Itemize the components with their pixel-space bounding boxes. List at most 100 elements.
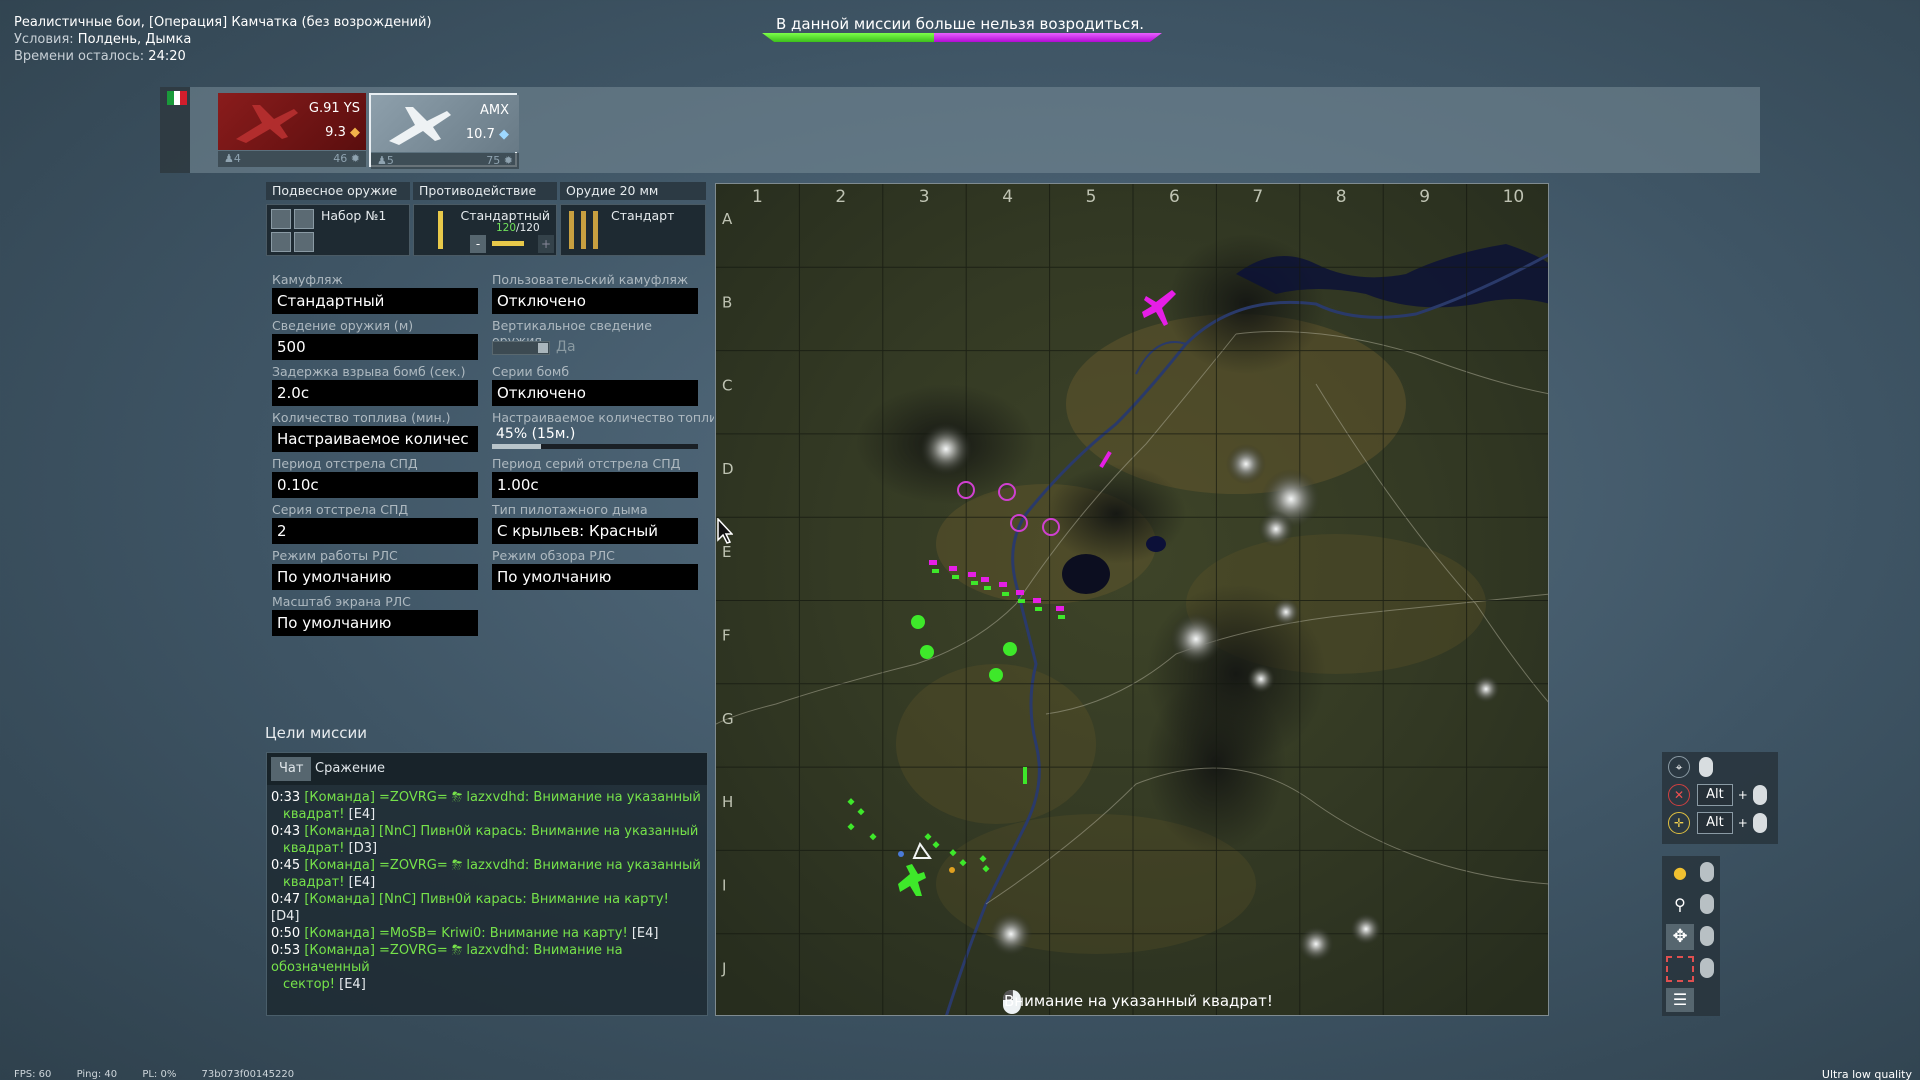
chat-message: 0:50 [Команда] =MoSB= Kriwi0: Внимание н… xyxy=(271,925,701,942)
move-icon[interactable]: ✥ xyxy=(1666,924,1694,950)
chat-time: 0:33 xyxy=(271,790,301,805)
map-column-label: 1 xyxy=(752,187,763,207)
bullet-icon xyxy=(569,211,574,249)
map-row-label: I xyxy=(722,876,726,894)
area-select-icon[interactable] xyxy=(1666,956,1694,982)
countermeasures-slider[interactable] xyxy=(492,241,524,246)
map-column-label: 3 xyxy=(919,187,930,207)
rank-diamond-icon: ◆ xyxy=(499,127,509,142)
map-canvas[interactable]: 1 2 3 4 5 6 7 8 9 10 ABCDEFGHIJ xyxy=(716,184,1549,1016)
chat-grid-ref[interactable]: [D4] xyxy=(271,909,299,924)
setting-cm-series[interactable]: Серия отстрела СПД 2 xyxy=(272,502,478,544)
countermeasures-slot[interactable]: Стандартный 120/120 - + xyxy=(413,204,557,256)
chat-time: 0:50 xyxy=(271,926,301,941)
tab-battle[interactable]: Сражение xyxy=(307,757,393,781)
aircraft-settings: Камуфляж Стандартный Пользовательский кам… xyxy=(272,272,714,642)
fuel-slider[interactable] xyxy=(492,444,698,449)
objective-icon xyxy=(949,867,955,873)
tab-countermeasures[interactable]: Противодействие xyxy=(413,182,557,200)
setting-fuel-amount[interactable]: Количество топлива (мин.) Настраиваемое к… xyxy=(272,410,478,452)
chat-text-cont: квадрат! xyxy=(283,807,345,822)
ping-readout: Ping: 40 xyxy=(76,1069,118,1080)
map-column-label: 5 xyxy=(1086,187,1097,207)
setting-radar-mode[interactable]: Режим работы РЛС По умолчанию xyxy=(272,548,478,590)
map-row-label: G xyxy=(722,710,734,728)
toggle-switch[interactable] xyxy=(492,341,550,355)
mission-objectives-title[interactable]: Цели миссии xyxy=(265,724,367,742)
vehicle-card-g91ys[interactable]: G.91 YS 9.3 ◆ ♟4 46 ✹ xyxy=(218,93,366,167)
setting-custom-camouflage[interactable]: Пользовательский камуфляж Отключено xyxy=(492,272,698,314)
settings-sliders-icon[interactable]: ☰ xyxy=(1666,988,1694,1012)
setting-custom-fuel[interactable]: Настраиваемое количество топлива 45% (15… xyxy=(492,410,714,449)
map-column-label: 4 xyxy=(1002,187,1013,207)
mission-info: Реалистичные бои, [Операция] Камчатка (б… xyxy=(14,14,432,65)
chat-panel: Чат Сражение 0:33 [Команда] =ZOVRG= ⛈ la… xyxy=(266,752,708,1016)
mouse-wheel-icon xyxy=(1700,894,1714,914)
gear-icon: ✹ xyxy=(350,152,360,165)
crew-icon: ♟ xyxy=(224,152,234,165)
setting-bomb-delay[interactable]: Задержка взрыва бомб (сек.) 2.0с xyxy=(272,364,478,406)
tactical-map[interactable]: 1 2 3 4 5 6 7 8 9 10 ABCDEFGHIJ xyxy=(715,183,1549,1016)
gear-icon: ✹ xyxy=(503,154,513,167)
setting-cm-series-period[interactable]: Период серий отстрела СПД 1.00с xyxy=(492,456,698,498)
suspended-weapons-slot[interactable]: Набор №1 xyxy=(266,204,410,256)
tab-chat[interactable]: Чат xyxy=(271,757,312,781)
setting-vertical-convergence[interactable]: Вертикальное сведение оружия Да xyxy=(492,318,698,360)
vehicle-name: G.91 YS xyxy=(308,101,360,116)
chat-text: [Команда] =ZOVRG= ⛈ lazxvdhd: Внимание н… xyxy=(271,943,623,975)
zoom-icon[interactable]: ⚲ xyxy=(1666,892,1694,918)
countermeasures-max: /120 xyxy=(516,222,540,234)
chat-grid-ref[interactable]: [E4] xyxy=(632,926,659,941)
vehicle-rp: 75 xyxy=(486,154,501,167)
countermeasures-plus-button[interactable]: + xyxy=(538,235,554,253)
mouse-left-icon xyxy=(1699,757,1714,777)
chat-text: [Команда] [NnC] Пивн0й карась: Внимание … xyxy=(304,824,699,839)
countermeasures-minus-button[interactable]: - xyxy=(470,235,486,253)
cannon-slot[interactable]: Стандарт xyxy=(560,204,706,256)
warning-icon[interactable]: ● xyxy=(1666,860,1694,886)
chat-time: 0:45 xyxy=(271,858,301,873)
remove-marker-icon: ✕ xyxy=(1668,784,1690,806)
rocket-icon xyxy=(271,232,291,252)
chat-grid-ref[interactable]: [E4] xyxy=(349,875,376,890)
tab-suspended-weapons[interactable]: Подвесное оружие xyxy=(266,182,410,200)
setting-radar-scale[interactable]: Масштаб экрана РЛС По умолчанию xyxy=(272,594,478,636)
setting-camouflage[interactable]: Камуфляж Стандартный xyxy=(272,272,478,314)
team-score-enemies xyxy=(934,33,1162,42)
chat-time: 0:47 xyxy=(271,892,301,907)
chat-time: 0:53 xyxy=(271,943,301,958)
map-column-label: 8 xyxy=(1336,187,1347,207)
setting-bomb-series[interactable]: Серии бомб Отключено xyxy=(492,364,698,406)
vehicle-card-amx[interactable]: AMX 10.7 ◆ ♟5 75 ✹ xyxy=(369,93,519,169)
map-hint-caption: Внимание на указанный квадрат! xyxy=(1004,992,1273,1010)
mouse-middle-icon xyxy=(1700,958,1714,978)
crew-icon: ♟ xyxy=(377,154,387,167)
vehicle-crew: 5 xyxy=(386,154,394,167)
chat-grid-ref[interactable]: [E4] xyxy=(339,977,366,992)
vehicle-br: 10.7 xyxy=(465,127,495,142)
setting-radar-scan[interactable]: Режим обзора РЛС По умолчанию xyxy=(492,548,698,590)
team-score-bar xyxy=(762,33,1162,42)
map-row-label: H xyxy=(722,793,733,811)
map-column-label: 6 xyxy=(1169,187,1180,207)
map-column-label: 7 xyxy=(1252,187,1263,207)
status-footer: FPS: 60 Ping: 40 PL: 0% 73b073f00145220 xyxy=(14,1069,316,1080)
countermeasures-count: 120 xyxy=(496,222,517,234)
quality-label: Ultra low quality xyxy=(1821,1068,1912,1080)
chat-grid-ref[interactable]: [E4] xyxy=(349,807,376,822)
chat-message: 0:45 [Команда] =ZOVRG= ⛈ lazxvdhd: Внима… xyxy=(271,857,701,891)
chat-text: [Команда] =ZOVRG= ⛈ lazxvdhd: Внимание н… xyxy=(304,858,701,873)
fps-readout: FPS: 60 xyxy=(14,1069,52,1080)
cannon-preset: Стандарт xyxy=(611,208,675,223)
suspended-preset: Набор №1 xyxy=(321,208,387,223)
tab-cannon[interactable]: Орудие 20 мм xyxy=(560,182,706,200)
chat-grid-ref[interactable]: [D3] xyxy=(349,841,377,856)
setting-cm-period[interactable]: Период отстрела СПД 0.10с xyxy=(272,456,478,498)
vehicle-rp: 46 xyxy=(333,152,348,165)
setting-smoke-type[interactable]: Тип пилотажного дыма С крыльев: Красный xyxy=(492,502,698,544)
italy-flag-icon xyxy=(167,91,188,105)
setting-convergence[interactable]: Сведение оружия (м) 500 xyxy=(272,318,478,360)
chat-text-cont: квадрат! xyxy=(283,841,345,856)
session-id: 73b073f00145220 xyxy=(201,1069,295,1080)
alt-key: Alt xyxy=(1697,812,1733,834)
